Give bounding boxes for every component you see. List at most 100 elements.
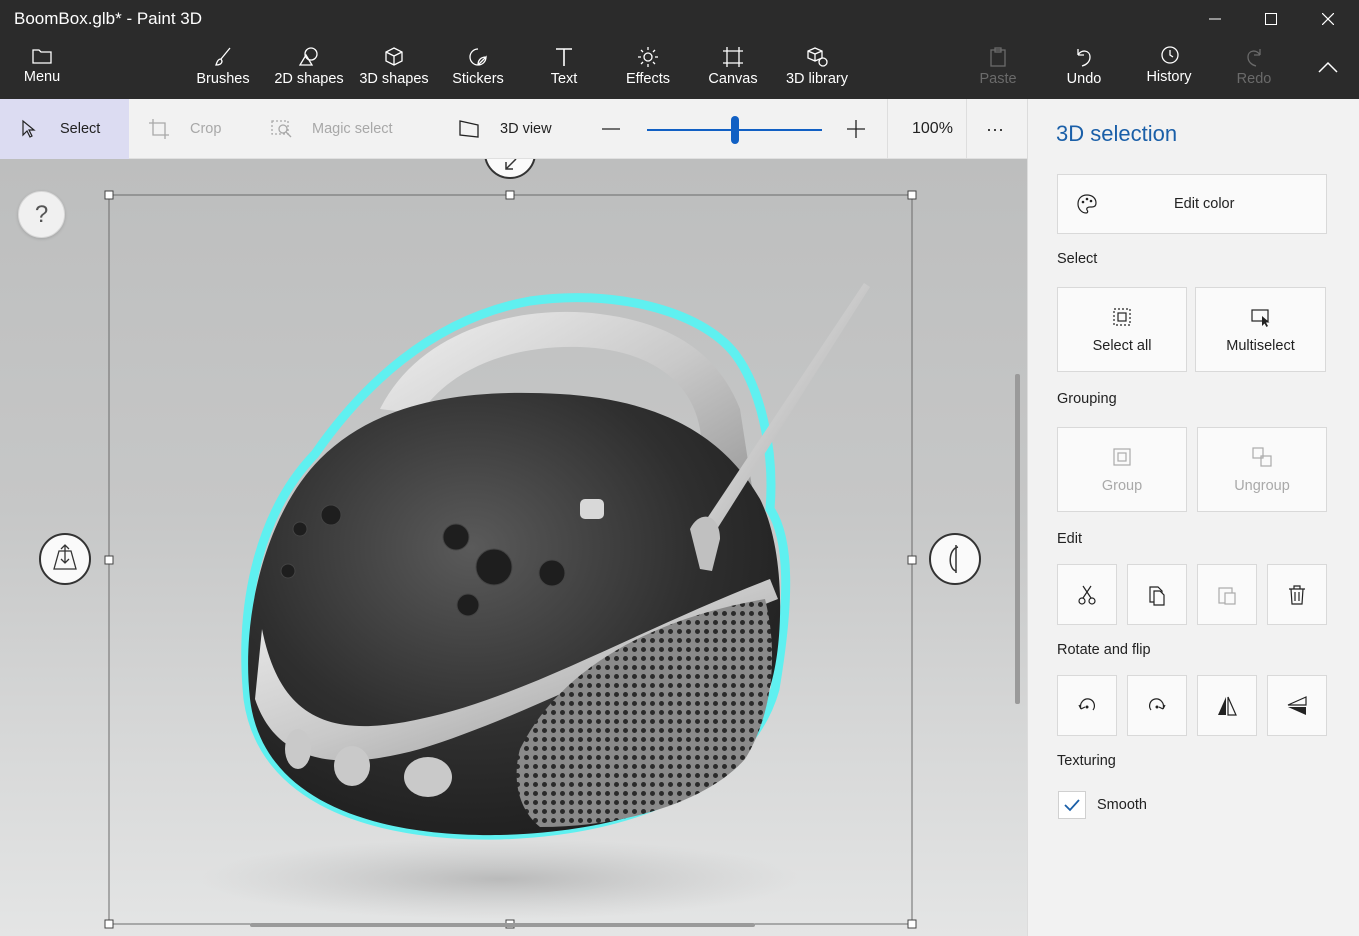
rotate-side-handle[interactable] [929,533,981,585]
crop-button[interactable]: Crop [148,99,248,159]
magic-select-label: Magic select [312,121,393,137]
shapes3d-button[interactable]: 3D shapes [356,38,432,99]
resize-handle[interactable] [907,190,917,200]
stickers-button[interactable]: Stickers [446,38,510,99]
edit-color-label: Edit color [1174,196,1235,212]
multiselect-button[interactable]: Multiselect [1195,287,1326,372]
control-button [292,521,308,537]
control-button [442,523,470,551]
palette-icon [1077,194,1097,214]
canvas-button[interactable]: Canvas [705,38,761,99]
effects-button[interactable]: Effects [620,38,676,99]
texturing-heading: Texturing [1057,753,1116,769]
flip-vertical-button[interactable] [1267,675,1327,736]
select-heading: Select [1057,251,1098,267]
stickers-label: Stickers [452,71,504,87]
rotate-top-handle[interactable] [484,159,536,179]
view-3d-label: 3D view [500,121,552,137]
ungroup-icon [1252,446,1272,467]
resize-handle[interactable] [104,190,114,200]
resize-handle[interactable] [104,555,114,565]
collapse-toolbar-button[interactable] [1300,38,1356,99]
brushes-label: Brushes [196,71,250,87]
window-title: BoomBox.glb* - Paint 3D [14,9,203,28]
group-label: Group [1101,477,1143,494]
rotate-heading: Rotate and flip [1057,642,1151,658]
view-3d-button[interactable]: 3D view [458,99,568,159]
resize-handle[interactable] [907,919,917,929]
redo-button[interactable]: Redo [1226,38,1282,99]
floor-shadow [200,839,800,919]
vertical-scrollbar[interactable] [1015,374,1020,704]
zoom-level[interactable]: 100% [912,99,962,159]
menu-label: Menu [23,69,61,85]
chevron-up-icon [1318,61,1338,73]
rotate-left-button[interactable] [1057,675,1117,736]
resize-handle[interactable] [505,190,515,200]
zoom-out-button[interactable] [600,99,624,159]
control-button [456,593,480,617]
horizontal-scrollbar[interactable] [250,923,755,927]
maximize-icon [1265,13,1277,25]
close-button[interactable] [1300,0,1356,38]
drawing-canvas[interactable]: ? [0,159,1027,936]
control-button [475,548,513,586]
zoom-slider-thumb[interactable] [731,116,739,144]
control-button [320,504,342,526]
flip-horizontal-button[interactable] [1197,675,1257,736]
paste-panel-button[interactable] [1197,564,1257,625]
folder-icon [32,49,52,64]
copy-button[interactable] [1127,564,1187,625]
delete-button[interactable] [1267,564,1327,625]
group-icon [1113,447,1131,466]
undo-button[interactable]: Undo [1056,38,1112,99]
maximize-button[interactable] [1243,0,1299,38]
front-circle [404,757,452,797]
undo-icon [1077,49,1091,67]
resize-handle[interactable] [104,919,114,929]
paste-label: Paste [979,71,1017,87]
smooth-checkbox[interactable] [1058,791,1086,819]
shapes2d-button[interactable]: 2D shapes [270,38,348,99]
cut-button[interactable] [1057,564,1117,625]
text-button[interactable]: Text [536,38,592,99]
magic-select-button[interactable]: Magic select [270,99,410,159]
select-tool-button[interactable]: Select [0,99,129,159]
library-3d-icon [807,47,828,67]
zoom-slider[interactable] [647,99,822,159]
more-options-button[interactable]: ··· [986,99,1010,159]
crop-label: Crop [190,121,222,137]
edit-color-button[interactable]: Edit color [1057,174,1327,234]
multiselect-icon [1250,308,1269,327]
group-button[interactable]: Group [1057,427,1187,512]
z-position-handle[interactable] [39,533,91,585]
resize-handle[interactable] [907,555,917,565]
shapes-2d-icon [298,47,318,66]
menu-button[interactable]: Menu [14,38,70,99]
library3d-button[interactable]: 3D library [782,38,852,99]
main-toolbar: Menu Brushes 2D shapes 3D shapes Sticker… [0,38,1359,99]
control-button [538,559,566,587]
zoom-in-button[interactable] [845,99,869,159]
ungroup-button[interactable]: Ungroup [1197,427,1327,512]
text-icon [556,48,572,66]
redo-label: Redo [1236,71,1272,87]
select-tool-label: Select [60,121,101,137]
select-all-button[interactable]: Select all [1057,287,1187,372]
rotate-left-icon [1078,697,1095,710]
crop-icon [149,119,169,139]
close-icon [1322,13,1334,25]
control-button [280,563,296,579]
brushes-button[interactable]: Brushes [190,38,256,99]
minimize-button[interactable] [1187,0,1243,38]
rotate-right-button[interactable] [1127,675,1187,736]
multiselect-label: Multiselect [1226,337,1295,354]
cursor-icon [22,119,36,138]
front-circle [285,729,311,769]
redo-icon [1247,49,1261,67]
shapes3d-label: 3D shapes [359,71,429,87]
divider [966,99,967,159]
history-button[interactable]: History [1141,38,1197,99]
paste-button[interactable]: Paste [970,38,1026,99]
grouping-heading: Grouping [1057,391,1117,407]
